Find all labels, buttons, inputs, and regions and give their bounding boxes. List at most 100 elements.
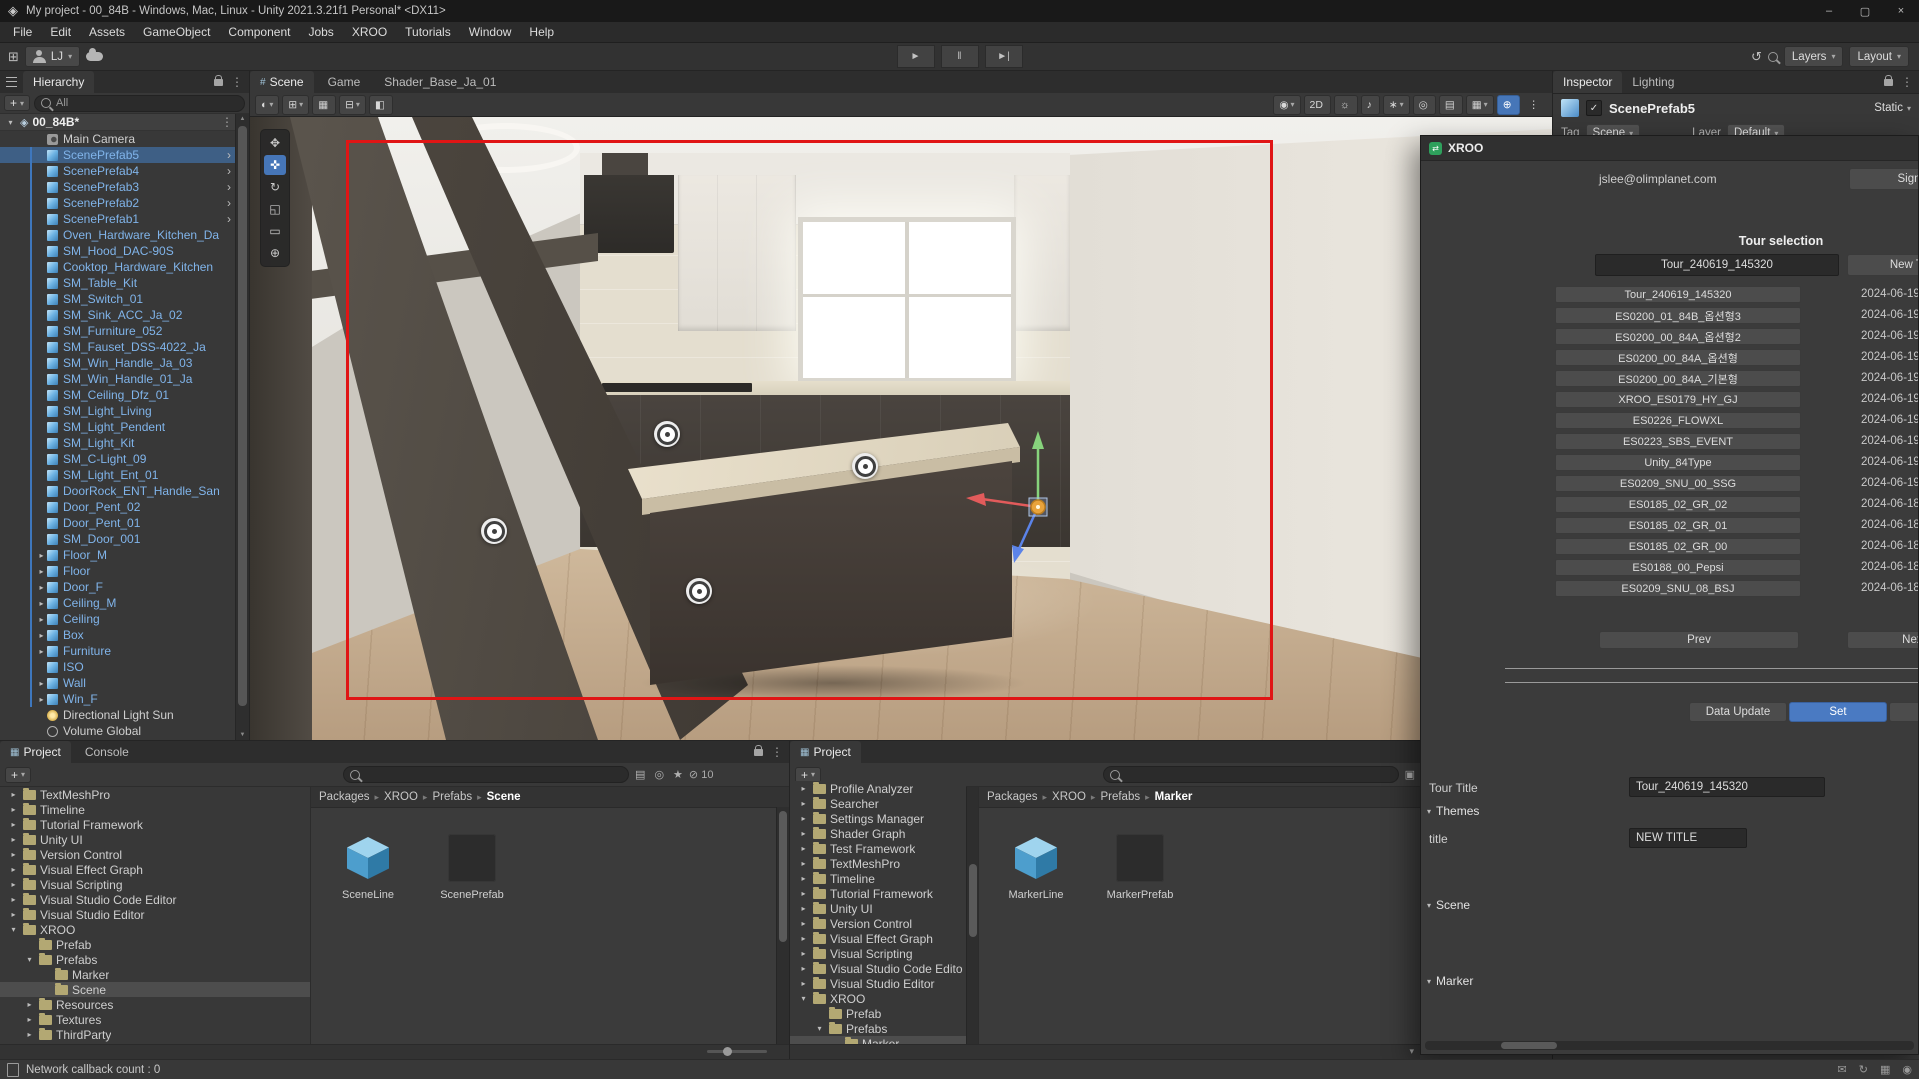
hierarchy-item[interactable]: ScenePrefab3 › [0,179,236,195]
shading-mode-dropdown[interactable]: ◐▾ [255,95,279,115]
expander-icon[interactable]: ▸ [36,567,47,576]
view-hand-tool[interactable]: ✥ [264,133,286,153]
create-object-button[interactable]: +▾ [4,95,30,111]
expander-icon[interactable]: ▸ [798,904,809,913]
scroll-down-icon[interactable]: ▼ [236,732,249,738]
folder-item[interactable]: ▸ ThirdParty [0,1027,310,1042]
hierarchy-item[interactable]: Cooktop_Hardware_Kitchen [0,259,236,275]
maximize-button[interactable]: ▢ [1847,0,1883,22]
tour-item-button[interactable]: XROO_ES0179_HY_GJ [1555,391,1801,408]
breadcrumb-item[interactable]: Packages▸ [319,791,384,803]
expander-icon[interactable]: ▸ [798,934,809,943]
scene-visibility-toggle[interactable]: ◎ [1413,95,1436,115]
expander-icon[interactable]: ▸ [798,979,809,988]
expander-icon[interactable]: ▸ [798,829,809,838]
move-tool[interactable]: ✜ [264,155,286,175]
folder-item[interactable]: ▸ Searcher [790,796,966,811]
tour-item-button[interactable]: ES0223_SBS_EVENT [1555,433,1801,450]
expander-icon[interactable]: ▸ [8,820,19,829]
lock-icon[interactable] [1884,79,1893,86]
hierarchy-item[interactable]: SM_Win_Handle_Ja_03 [0,355,236,371]
folder-item[interactable]: ▸ Unity UI [790,901,966,916]
tour-item-button[interactable]: ES0226_FLOWXL [1555,412,1801,429]
hierarchy-item[interactable]: ▸ Floor [0,563,236,579]
folder-item[interactable]: ▸ Test Framework [790,841,966,856]
camera-settings-dropdown[interactable]: ◉▾ [1273,95,1300,115]
folder-item[interactable]: ▸ Resources [0,997,310,1012]
scene-lighting-toggle[interactable]: ☼ [1334,95,1358,115]
scrollbar-thumb[interactable] [779,811,787,942]
expander-icon[interactable]: ▸ [798,814,809,823]
expander-icon[interactable]: ▾ [798,994,809,1003]
create-asset-button[interactable]: +▾ [5,767,31,783]
pause-button[interactable]: ‖ [941,45,979,68]
tour-item-button[interactable]: ES0200_00_84A_옵션형2 [1555,328,1801,345]
tour-title-field[interactable]: Tour_240619_145320 [1629,777,1825,797]
mode-button[interactable]: Set [1789,702,1887,722]
hierarchy-item[interactable]: SM_Sink_ACC_Ja_02 [0,307,236,323]
menu-item[interactable]: GameObject [134,22,219,42]
folder-item[interactable]: ▾ Prefabs [790,1021,966,1036]
scene-view-menu[interactable]: ⋮ [1523,95,1548,115]
hierarchy-item[interactable]: Door_Pent_01 [0,515,236,531]
play-button[interactable]: ► [897,45,935,68]
hierarchy-item[interactable]: ▸ Ceiling_M [0,595,236,611]
expander-icon[interactable]: ▸ [8,880,19,889]
expander-icon[interactable]: ▸ [24,1030,35,1039]
folder-item[interactable]: Scene [0,982,310,997]
hierarchy-item[interactable]: ▸ Wall [0,675,236,691]
panel-tab[interactable]: Console [71,741,139,763]
scene-marker[interactable] [686,578,712,604]
menu-item[interactable]: Jobs [299,22,342,42]
search-icon[interactable] [1768,52,1778,62]
hierarchy-item[interactable]: SM_Hood_DAC-90S [0,243,236,259]
content-scrollbar[interactable] [776,807,789,1045]
asset-item[interactable]: MarkerPrefab [1097,834,1183,901]
tour-item-button[interactable]: ES0185_02_GR_01 [1555,517,1801,534]
expander-icon[interactable]: ▸ [798,784,809,793]
hierarchy-item[interactable]: SM_C-Light_09 [0,451,236,467]
console-messages-icon[interactable]: ✉ [1838,1063,1847,1076]
scroll-up-icon[interactable]: ▲ [236,116,249,122]
collapse-icon[interactable]: ▾ [5,118,16,127]
scene-marker[interactable] [654,421,680,447]
tour-item-button[interactable]: ES0209_SNU_00_SSG [1555,475,1801,492]
new-tour-button[interactable]: New Tour [1847,254,1919,276]
marker-foldout[interactable]: ▾Marker [1427,974,1473,988]
folder-item[interactable]: ▸ TextMeshPro [0,787,310,802]
expander-icon[interactable]: ▸ [798,859,809,868]
grid-settings-dropdown[interactable]: ⊞▾ [282,95,309,115]
hierarchy-item[interactable]: Oven_Hardware_Kitchen_Da [0,227,236,243]
scrollbar-thumb[interactable] [238,126,247,706]
panel-options-icon[interactable]: ⋮ [771,745,783,759]
transform-gizmo[interactable] [956,425,1126,595]
scene-root-row[interactable]: ▾ ◈ 00_84B* ⋮ [0,114,249,131]
scene-marker[interactable] [481,518,507,544]
version-history-icon[interactable]: ↺ [1751,49,1762,65]
expander-icon[interactable]: ▸ [798,799,809,808]
status-message[interactable]: Network callback count : 0 [26,1064,160,1076]
xroo-overlay-toggle[interactable]: ⊕ [1497,95,1520,115]
expander-icon[interactable]: ▸ [8,835,19,844]
tour-item-button[interactable]: Unity_84Type [1555,454,1801,471]
scrollbar-thumb[interactable] [1501,1042,1557,1049]
refresh-icon[interactable]: ↻ [1859,1063,1868,1076]
folder-item[interactable]: ▸ Timeline [790,871,966,886]
scale-tool[interactable]: ◱ [264,199,286,219]
expander-icon[interactable]: ▸ [36,695,47,704]
hierarchy-item[interactable]: ScenePrefab5 › [0,147,236,163]
expander-icon[interactable]: ▸ [24,1015,35,1024]
expander-icon[interactable]: ▸ [798,889,809,898]
active-checkbox[interactable]: ✓ [1586,100,1602,116]
hierarchy-item[interactable]: SM_Light_Ent_01 [0,467,236,483]
view-tab[interactable]: Game [314,71,371,93]
folder-item[interactable]: ▸ Unity UI [0,832,310,847]
hierarchy-item[interactable]: SM_Ceiling_Dfz_01 [0,387,236,403]
breadcrumb-item[interactable]: Prefabs▸ [432,791,486,803]
panel-options-icon[interactable]: ⋮ [1901,75,1913,89]
folder-item[interactable]: ▸ Visual Studio Editor [0,907,310,922]
hierarchy-search-input[interactable]: All [34,95,245,112]
folder-item[interactable]: Prefab [0,937,310,952]
account-dropdown[interactable]: LJ ▾ [25,46,80,67]
menu-item[interactable]: Tutorials [396,22,460,42]
